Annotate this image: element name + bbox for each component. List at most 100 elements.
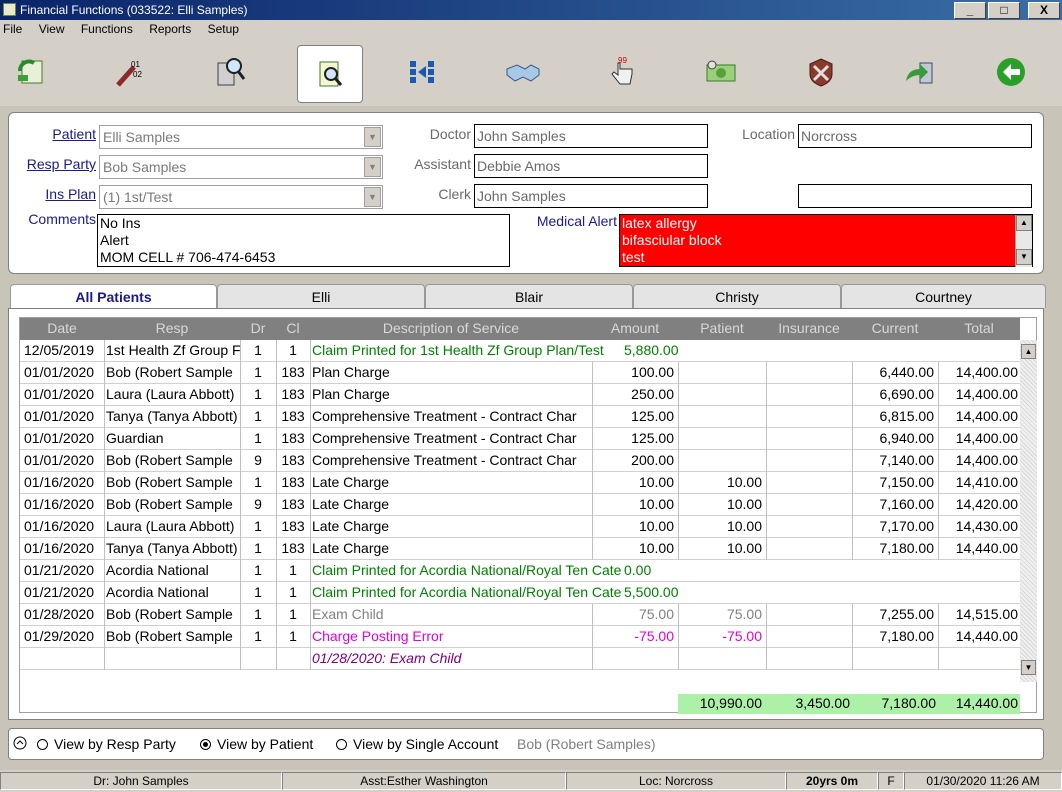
extra-field[interactable] <box>798 184 1032 208</box>
medical-alert-box[interactable]: latex allergy bifasciular block test ▲ ▼ <box>619 214 1033 267</box>
cell-current: 6,440.00 <box>879 364 935 380</box>
cell-desc: Charge Posting Error <box>312 628 444 644</box>
back-button[interactable] <box>986 47 1036 97</box>
chevron-down-icon[interactable]: ▼ <box>364 127 381 147</box>
table-row[interactable]: 01/21/2020 Acordia National 1 1 Claim Printe… <box>20 560 1020 582</box>
scroll-down-icon[interactable]: ▼ <box>1016 249 1032 265</box>
pointer-button[interactable]: 99 <box>598 47 648 97</box>
alert-scrollbar[interactable]: ▲ ▼ <box>1015 215 1032 267</box>
location-field[interactable]: Norcross <box>798 124 1032 148</box>
table-row[interactable]: 01/16/2020 Bob (Robert Sample 1 183 Late Cha… <box>20 472 1020 494</box>
table-row[interactable]: 01/01/2020 Tanya (Tanya Abbott) 1 183 Compre… <box>20 406 1020 428</box>
calculator-search-button[interactable] <box>204 47 254 97</box>
radio-circle-icon[interactable] <box>336 739 347 750</box>
close-button[interactable]: X <box>1028 2 1060 19</box>
tab-blair[interactable]: Blair <box>425 284 633 308</box>
cell-cl: 1 <box>289 606 297 622</box>
minimize-button[interactable]: _ <box>954 2 986 19</box>
cell-resp: Laura (Laura Abbott) <box>106 518 235 534</box>
table-row[interactable]: 01/28/2020 Bob (Robert Sample 1 1 Exam Child… <box>20 604 1020 626</box>
col-description[interactable]: Description of Service <box>310 320 592 336</box>
tab-christy[interactable]: Christy <box>633 284 841 308</box>
svg-text:01: 01 <box>131 60 140 69</box>
col-amount[interactable]: Amount <box>592 320 678 336</box>
hand-pointer-icon: 99 <box>611 56 633 85</box>
scroll-up-icon[interactable]: ▲ <box>1021 344 1036 359</box>
tab-all-patients[interactable]: All Patients <box>10 284 217 310</box>
menu-view[interactable]: View <box>39 22 65 36</box>
col-total[interactable]: Total <box>938 320 1020 336</box>
col-patient[interactable]: Patient <box>678 320 766 336</box>
menu-reports[interactable]: Reports <box>149 22 191 36</box>
tab-elli[interactable]: Elli <box>217 284 425 308</box>
table-row[interactable]: 01/16/2020 Laura (Laura Abbott) 1 183 Late C… <box>20 516 1020 538</box>
patient-value: Elli Samples <box>103 129 181 145</box>
table-row[interactable]: 01/01/2020 Bob (Robert Sample 9 183 Comprehe… <box>20 450 1020 472</box>
table-row[interactable]: 01/28/2020: Exam Child <box>20 648 1020 670</box>
export-button[interactable] <box>894 47 944 97</box>
scroll-up-icon[interactable]: ▲ <box>1016 215 1032 231</box>
cell-resp: Laura (Laura Abbott) <box>106 386 235 402</box>
delete-button[interactable] <box>796 47 846 97</box>
cell-cl: 183 <box>281 408 305 424</box>
cell-cl: 183 <box>281 364 305 380</box>
cell-current: 6,815.00 <box>879 408 935 424</box>
view-by-patient-radio[interactable]: View by Patient <box>200 736 313 752</box>
cell-desc: Claim Printed for Acordia National/Royal… <box>312 562 622 578</box>
table-row[interactable]: 12/05/2019 1st Health Zf Group F 1 1 Claim P… <box>20 340 1020 362</box>
menu-file[interactable]: File <box>3 22 22 36</box>
table-row[interactable]: 01/29/2020 Bob (Robert Sample 1 1 Charge Pos… <box>20 626 1020 648</box>
col-current[interactable]: Current <box>852 320 938 336</box>
table-row[interactable]: 01/16/2020 Bob (Robert Sample 9 183 Late Cha… <box>20 494 1020 516</box>
agreement-button[interactable] <box>498 47 548 97</box>
ledger-scrollbar[interactable]: ▲ ▼ <box>1020 340 1037 682</box>
menu-setup[interactable]: Setup <box>208 22 239 36</box>
col-cl[interactable]: Cl <box>276 320 310 336</box>
table-row[interactable]: 01/01/2020 Guardian 1 183 Comprehensive Trea… <box>20 428 1020 450</box>
cell-desc: Late Charge <box>312 518 390 534</box>
split-button[interactable] <box>398 47 448 97</box>
col-resp[interactable]: Resp <box>104 320 240 336</box>
col-insurance[interactable]: Insurance <box>766 320 852 336</box>
maximize-button[interactable]: □ <box>988 2 1020 19</box>
chevron-down-icon[interactable]: ▼ <box>364 187 381 207</box>
payment-button[interactable] <box>696 47 746 97</box>
doctor-label: Doctor <box>429 126 471 142</box>
col-date[interactable]: Date <box>20 320 104 336</box>
scroll-down-icon[interactable]: ▼ <box>1021 660 1036 675</box>
document-search-button[interactable] <box>297 45 363 103</box>
col-dr[interactable]: Dr <box>240 320 276 336</box>
menu-functions[interactable]: Functions <box>81 22 133 36</box>
cell-date: 01/01/2020 <box>24 408 95 424</box>
cell-date: 01/01/2020 <box>24 386 95 402</box>
code-entry-button[interactable]: 01 02 <box>104 47 154 97</box>
ins-plan-select[interactable]: (1) 1st/Test ▼ <box>99 185 383 209</box>
assistant-field[interactable]: Debbie Amos <box>474 154 708 178</box>
export-arrow-icon <box>906 62 933 84</box>
radio-circle-icon[interactable] <box>37 739 48 750</box>
chevron-down-icon[interactable]: ▼ <box>364 157 381 177</box>
title-bar: Financial Functions (033522: Elli Sample… <box>0 0 1062 20</box>
tab-courtney[interactable]: Courtney <box>841 284 1046 308</box>
refresh-ledger-button[interactable] <box>6 47 56 97</box>
clerk-field[interactable]: John Samples <box>474 184 708 208</box>
total-current: 7,180.00 <box>881 695 937 711</box>
expand-icon[interactable] <box>13 736 27 753</box>
radio-circle-icon[interactable] <box>200 739 211 750</box>
cell-cl: 183 <box>281 496 305 512</box>
table-row[interactable]: 01/01/2020 Laura (Laura Abbott) 1 183 Plan C… <box>20 384 1020 406</box>
split-arrows-icon <box>410 61 434 83</box>
view-by-single-account-radio[interactable]: View by Single Account <box>336 736 498 752</box>
cell-dr: 9 <box>254 496 262 512</box>
view-by-resp-party-radio[interactable]: View by Resp Party <box>37 736 176 752</box>
table-row[interactable]: 01/16/2020 Tanya (Tanya Abbott) 1 183 Late C… <box>20 538 1020 560</box>
comments-memo[interactable]: No Ins Alert MOM CELL # 706-474-6453 <box>97 214 510 267</box>
cell-total: 14,400.00 <box>955 408 1018 424</box>
patient-select[interactable]: Elli Samples ▼ <box>99 125 383 149</box>
cell-total: 14,400.00 <box>955 452 1018 468</box>
table-row[interactable]: 01/01/2020 Bob (Robert Sample 1 183 Plan Cha… <box>20 362 1020 384</box>
doctor-field[interactable]: John Samples <box>474 124 708 148</box>
resp-party-select[interactable]: Bob Samples ▼ <box>99 155 383 179</box>
table-row[interactable]: 01/21/2020 Acordia National 1 1 Claim Printe… <box>20 582 1020 604</box>
clerk-label: Clerk <box>438 186 471 202</box>
